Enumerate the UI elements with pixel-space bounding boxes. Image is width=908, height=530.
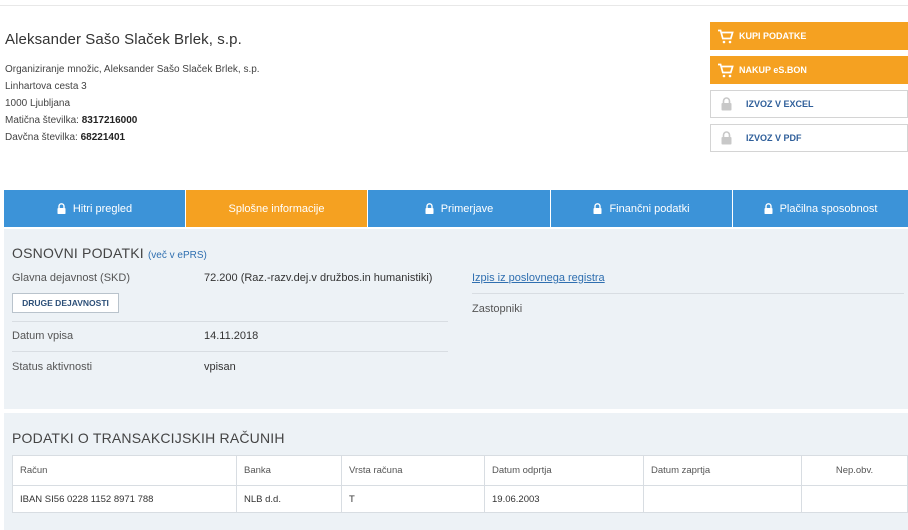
registry-link[interactable]: Izpis iz poslovnega registra (472, 272, 605, 284)
basic-info-title: OSNOVNI PODATKI (več v ePRS) (12, 245, 207, 261)
izvoz-pdf-label: IZVOZ V PDF (746, 133, 802, 143)
cart-icon (716, 27, 734, 45)
davcna-stevilka: Davčna številka: 68221401 (5, 129, 260, 146)
nakup-esbon-label: NAKUP eS.BON (739, 65, 807, 75)
kupi-podatke-label: KUPI PODATKE (739, 31, 807, 41)
lock-icon (425, 203, 434, 214)
druge-dejavnosti-button[interactable]: DRUGE DEJAVNOSTI (12, 293, 119, 313)
status-label: Status aktivnosti (12, 361, 93, 373)
row-divider (472, 293, 904, 294)
kupi-podatke-button[interactable]: KUPI PODATKE (710, 22, 908, 50)
company-fullname: Organiziranje množic, Aleksander Sašo Sl… (5, 64, 260, 75)
col-datum-zaprtja: Datum zaprtja (643, 455, 802, 486)
col-banka: Banka (236, 455, 342, 486)
representatives-label: Zastopniki (472, 303, 523, 315)
status-value: vpisan (204, 361, 236, 373)
maticna-stevilka: Matična številka: 8317216000 (5, 112, 260, 129)
company-name: Aleksander Sašo Slaček Brlek, s.p. (5, 31, 242, 48)
lock-icon (764, 203, 773, 214)
lock-icon (717, 129, 735, 147)
more-eprs-link[interactable]: (več v ePRS) (148, 250, 207, 261)
cell-datum-zaprtja (643, 485, 802, 513)
lock-icon (593, 203, 602, 214)
cell-banka: NLB d.d. (236, 485, 342, 513)
tab-splosne-informacije[interactable]: Splošne informacije (186, 190, 368, 227)
table-row: IBAN SI56 0228 1152 8971 788 NLB d.d. T … (12, 485, 908, 513)
tab-label: Plačilna sposobnost (779, 202, 878, 215)
davcna-value: 68221401 (80, 132, 126, 143)
date-label: Datum vpisa (12, 330, 74, 342)
izvoz-pdf-button[interactable]: IZVOZ V PDF (710, 124, 908, 152)
company-city: 1000 Ljubljana (5, 98, 71, 109)
col-nep-obv: Nep.obv. (801, 455, 908, 486)
col-datum-odprtja: Datum odprtja (484, 455, 644, 486)
accounts-title: PODATKI O TRANSAKCIJSKIH RAČUNIH (12, 430, 285, 446)
tab-label: Splošne informacije (228, 202, 325, 215)
tab-placilna-sposobnost[interactable]: Plačilna sposobnost (733, 190, 908, 227)
lock-icon (57, 203, 66, 214)
izvoz-excel-button[interactable]: IZVOZ V EXCEL (710, 90, 908, 118)
tab-financni-podatki[interactable]: Finančni podatki (551, 190, 733, 227)
row-divider (12, 351, 448, 352)
lock-icon (717, 95, 735, 113)
nakup-esbon-button[interactable]: NAKUP eS.BON (710, 56, 908, 84)
tab-primerjave[interactable]: Primerjave (368, 190, 551, 227)
row-divider (12, 321, 448, 322)
cell-datum-odprtja: 19.06.2003 (484, 485, 644, 513)
col-racun: Račun (12, 455, 237, 486)
date-value: 14.11.2018 (204, 330, 259, 342)
accounts-table: Račun Banka Vrsta računa Datum odprtja D… (12, 455, 908, 513)
col-vrsta: Vrsta računa (341, 455, 485, 486)
maticna-label: Matična številka: (5, 115, 79, 126)
basic-info-section: OSNOVNI PODATKI (več v ePRS) Glavna deja… (4, 229, 908, 409)
davcna-label: Davčna številka: (5, 132, 78, 143)
cell-nep-obv (801, 485, 908, 513)
basic-info-heading: OSNOVNI PODATKI (12, 245, 144, 261)
company-street: Linhartova cesta 3 (5, 81, 87, 92)
activity-value: 72.200 (Raz.-razv.dej.v družbos.in human… (204, 272, 433, 284)
tab-label: Hitri pregled (72, 202, 133, 215)
maticna-value: 8317216000 (81, 115, 138, 126)
tab-label: Finančni podatki (609, 202, 690, 215)
activity-label: Glavna dejavnost (SKD) (12, 272, 130, 284)
cell-vrsta: T (341, 485, 485, 513)
izvoz-excel-label: IZVOZ V EXCEL (746, 99, 814, 109)
accounts-section: PODATKI O TRANSAKCIJSKIH RAČUNIH Račun B… (4, 413, 908, 530)
table-header-row: Račun Banka Vrsta računa Datum odprtja D… (12, 455, 908, 486)
tab-label: Primerjave (440, 202, 494, 215)
tab-bar: Hitri pregled Splošne informacije Primer… (4, 190, 908, 227)
cell-racun: IBAN SI56 0228 1152 8971 788 (12, 485, 237, 513)
company-details: Organiziranje množic, Aleksander Sašo Sl… (5, 61, 260, 146)
cart-icon (716, 61, 734, 79)
top-divider (0, 5, 908, 6)
tab-hitri-pregled[interactable]: Hitri pregled (4, 190, 186, 227)
